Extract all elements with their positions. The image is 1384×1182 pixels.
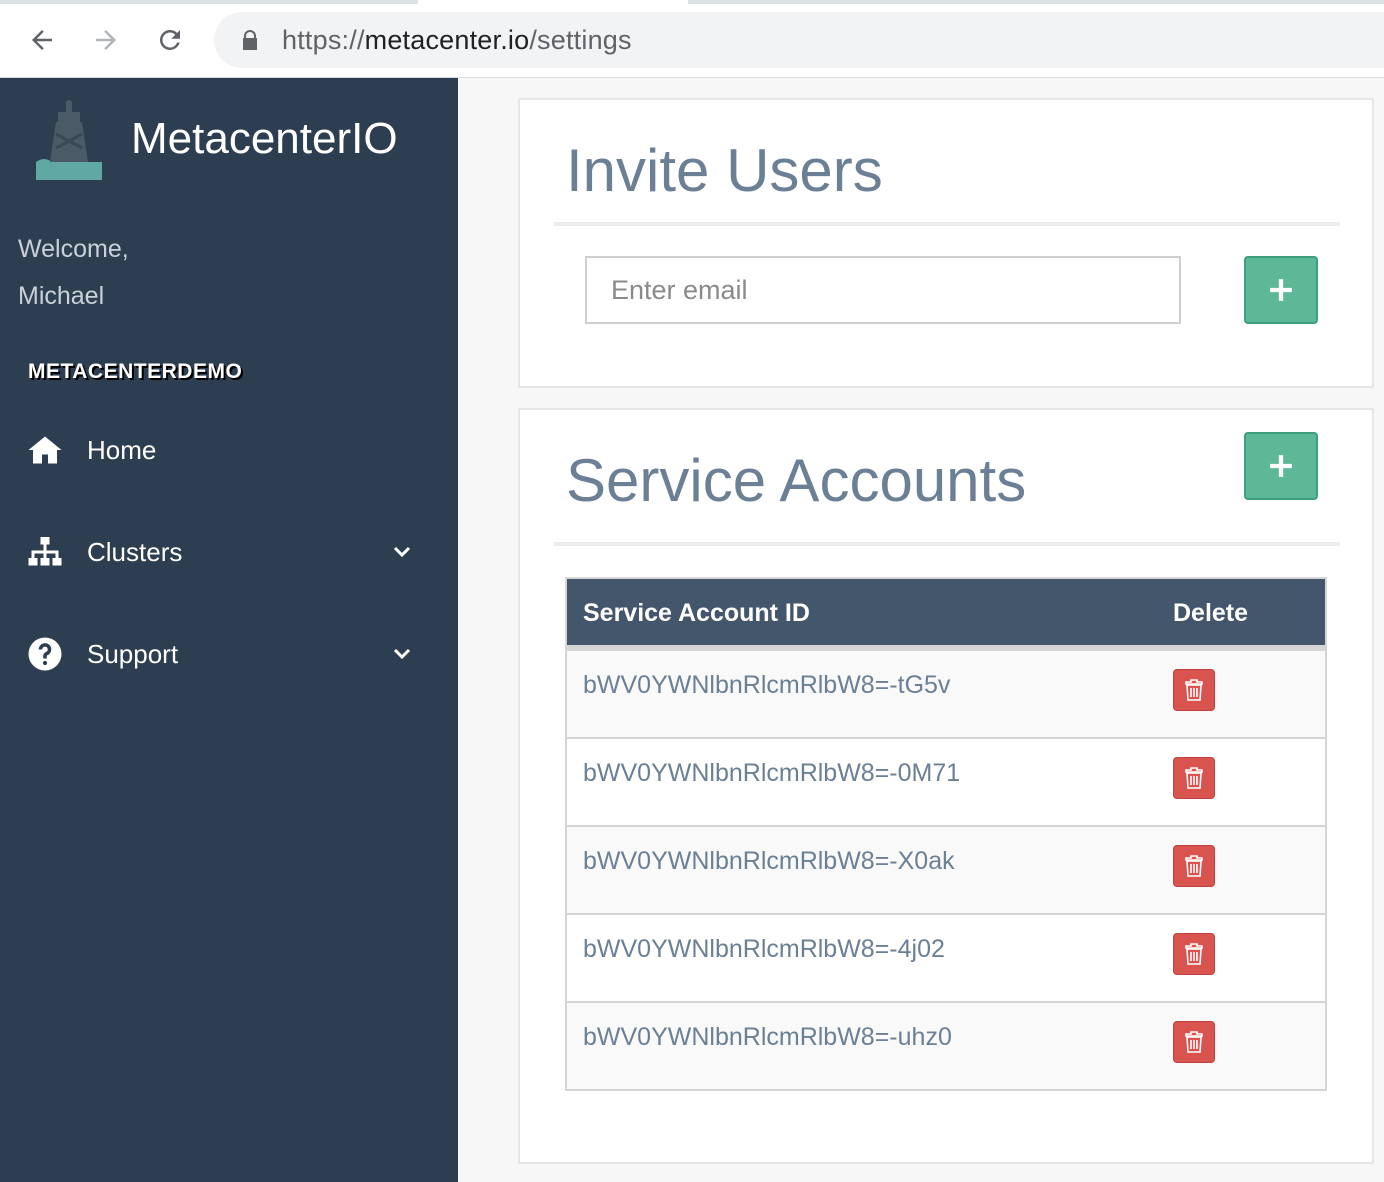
email-input[interactable] xyxy=(585,256,1181,324)
add-service-account-button[interactable] xyxy=(1244,432,1318,500)
plus-icon xyxy=(1270,455,1292,477)
brand-name: MetacenterIO xyxy=(131,114,398,163)
delete-button[interactable] xyxy=(1173,1021,1215,1063)
welcome-text: Welcome, Michael xyxy=(18,226,129,320)
delete-button[interactable] xyxy=(1173,933,1215,975)
service-account-id: bWV0YWNlbnRlcmRlbW8=-0M71 xyxy=(583,759,961,787)
tab-strip xyxy=(0,0,1384,4)
table-row: bWV0YWNlbnRlcmRlbW8=-X0ak xyxy=(567,825,1325,913)
service-account-id: bWV0YWNlbnRlcmRlbW8=-4j02 xyxy=(583,935,945,963)
url-host: metacenter.io xyxy=(364,25,530,55)
trash-icon xyxy=(1185,679,1203,701)
forward-button[interactable] xyxy=(88,22,124,58)
browser-toolbar: https://metacenter.io/settings xyxy=(0,0,1384,78)
org-name: METACENTERDEMO xyxy=(28,360,243,383)
table-row: bWV0YWNlbnRlcmRlbW8=-tG5v xyxy=(567,649,1325,737)
divider xyxy=(554,222,1340,226)
arrow-right-icon xyxy=(96,30,116,50)
invite-user-button[interactable] xyxy=(1244,256,1318,324)
trash-icon xyxy=(1185,943,1203,965)
delete-button[interactable] xyxy=(1173,669,1215,711)
service-account-id: bWV0YWNlbnRlcmRlbW8=-X0ak xyxy=(583,847,955,875)
sidebar-item-clusters[interactable]: Clusters xyxy=(0,522,458,582)
delete-button[interactable] xyxy=(1173,757,1215,799)
table-body: bWV0YWNlbnRlcmRlbW8=-tG5v bWV0YWNlbnRlcm… xyxy=(567,649,1325,1089)
welcome-greeting: Welcome, xyxy=(18,235,129,263)
trash-icon xyxy=(1185,855,1203,877)
table-row: bWV0YWNlbnRlcmRlbW8=-0M71 xyxy=(567,737,1325,825)
reload-icon xyxy=(159,29,180,50)
sidebar-item-label: Home xyxy=(87,434,157,465)
lock-icon xyxy=(243,30,257,50)
service-account-id: bWV0YWNlbnRlcmRlbW8=-tG5v xyxy=(583,671,951,699)
buoy-logo-icon xyxy=(36,100,102,180)
chevron-down-icon xyxy=(393,648,411,660)
service-accounts-title: Service Accounts xyxy=(566,447,1027,514)
table-row: bWV0YWNlbnRlcmRlbW8=-4j02 xyxy=(567,913,1325,1001)
trash-icon xyxy=(1185,767,1203,789)
question-circle-icon xyxy=(26,635,64,673)
sidebar-item-support[interactable]: Support xyxy=(0,624,458,684)
url-path: /settings xyxy=(529,25,632,55)
service-accounts-table: Service Account ID Delete bWV0YWNlbnRlcm… xyxy=(565,577,1327,1091)
chevron-down-icon xyxy=(393,546,411,558)
column-header-delete: Delete xyxy=(1173,599,1249,627)
invite-users-panel: Invite Users xyxy=(518,98,1374,388)
table-row: bWV0YWNlbnRlcmRlbW8=-uhz0 xyxy=(567,1001,1325,1089)
service-account-id: bWV0YWNlbnRlcmRlbW8=-uhz0 xyxy=(583,1023,952,1051)
home-icon xyxy=(26,431,64,469)
reload-button[interactable] xyxy=(152,22,188,58)
sidebar-item-label: Clusters xyxy=(87,536,183,567)
table-header: Service Account ID Delete xyxy=(567,579,1325,649)
arrow-left-icon xyxy=(32,30,52,50)
trash-icon xyxy=(1185,1031,1203,1053)
sitemap-icon xyxy=(26,533,64,571)
divider xyxy=(554,542,1340,546)
back-button[interactable] xyxy=(24,22,60,58)
active-tab[interactable] xyxy=(418,0,688,4)
url-text: https://metacenter.io/settings xyxy=(282,25,632,56)
invite-users-title: Invite Users xyxy=(566,137,883,204)
plus-icon xyxy=(1270,279,1292,301)
address-bar[interactable]: https://metacenter.io/settings xyxy=(214,12,1384,68)
url-scheme: https:// xyxy=(282,25,365,55)
delete-button[interactable] xyxy=(1173,845,1215,887)
service-accounts-panel: Service Accounts Service Account ID Dele… xyxy=(518,408,1374,1164)
welcome-username: Michael xyxy=(18,282,105,310)
sidebar: MetacenterIO Welcome, Michael METACENTER… xyxy=(0,78,458,1182)
column-header-id: Service Account ID xyxy=(583,599,810,627)
sidebar-item-label: Support xyxy=(87,638,179,669)
sidebar-item-home[interactable]: Home xyxy=(0,420,458,480)
